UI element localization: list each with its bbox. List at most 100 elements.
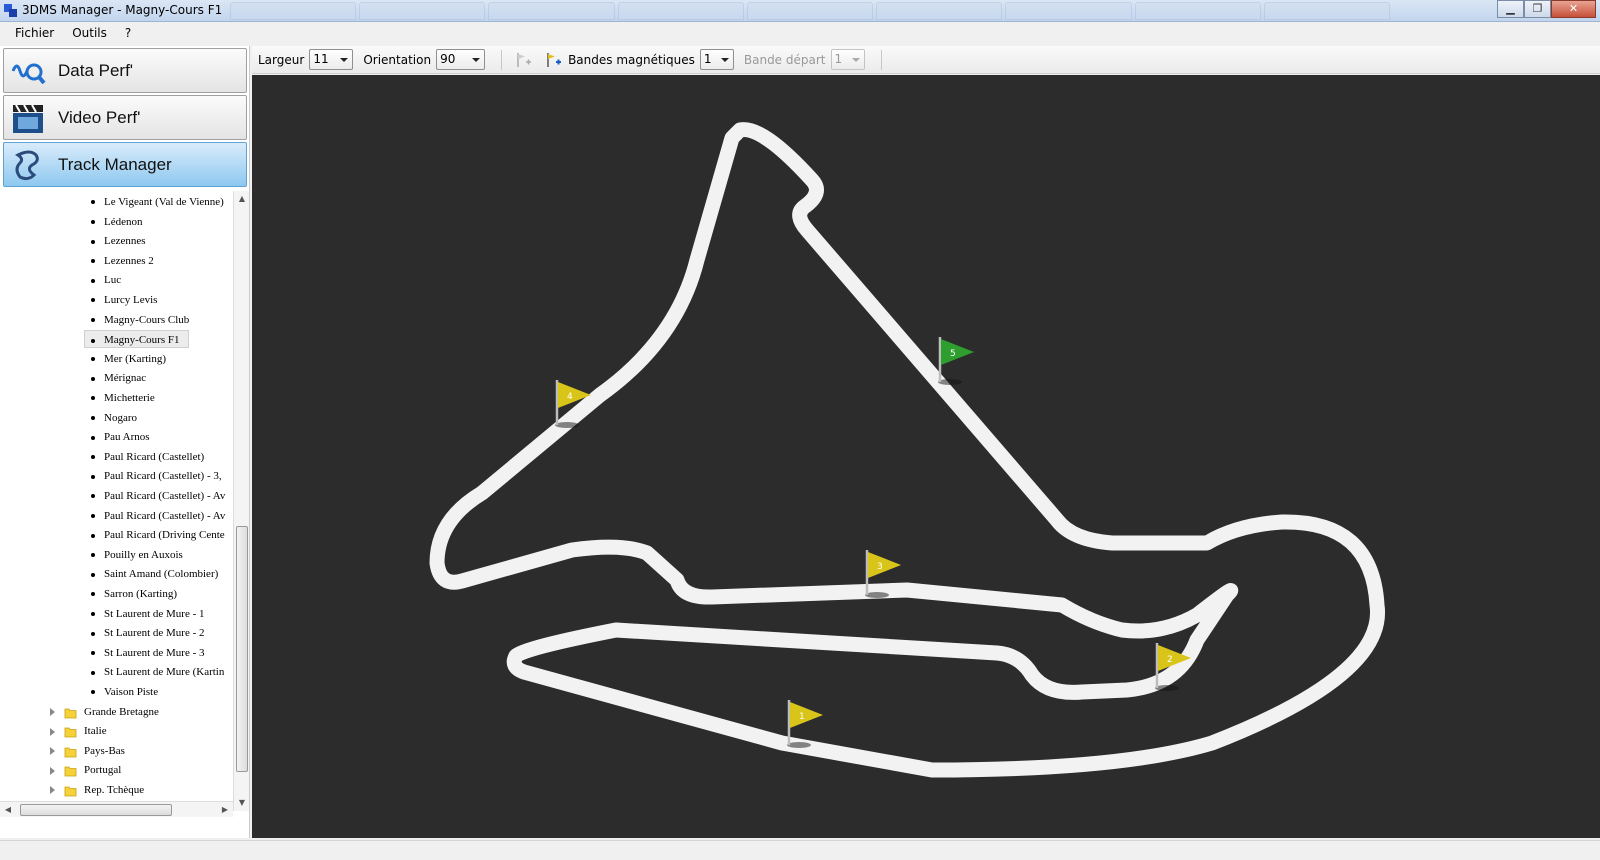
largeur-label: Largeur bbox=[258, 52, 305, 67]
expand-arrow-icon[interactable] bbox=[50, 766, 55, 775]
tree-item[interactable]: Sarron (Karting) bbox=[91, 585, 231, 603]
tree-folder[interactable]: Italie bbox=[50, 722, 107, 740]
tree-folder[interactable]: Grande Bretagne bbox=[50, 703, 159, 721]
chevron-down-icon bbox=[340, 58, 349, 62]
tree-item[interactable]: St Laurent de Mure - 2 bbox=[91, 624, 231, 642]
vertical-scroll-thumb[interactable] bbox=[236, 526, 248, 772]
expand-arrow-icon[interactable] bbox=[50, 747, 55, 756]
menu-help[interactable]: ? bbox=[116, 22, 140, 44]
scroll-down-icon[interactable]: ▼ bbox=[234, 795, 250, 811]
tree-item[interactable]: Vaison Piste bbox=[91, 683, 231, 701]
tree-item-label: Paul Ricard (Castellet) bbox=[104, 450, 205, 463]
bullet-icon bbox=[91, 259, 95, 264]
tree-item[interactable]: Nogaro bbox=[91, 409, 231, 427]
bullet-icon bbox=[91, 376, 95, 381]
scroll-left-icon[interactable]: ◀ bbox=[0, 802, 16, 818]
bullet-icon bbox=[91, 239, 95, 244]
tree-item[interactable]: Lezennes bbox=[91, 232, 231, 250]
tree-item-label: Pau Arnos bbox=[104, 431, 150, 444]
tree-folder[interactable]: Portugal bbox=[50, 761, 121, 779]
track-canvas[interactable]: 1 2 3 4 5 bbox=[252, 75, 1600, 838]
tree-item[interactable]: St Laurent de Mure (Kartin bbox=[91, 663, 231, 681]
tree-horizontal-scrollbar[interactable]: ◀ ▶ bbox=[0, 801, 233, 817]
tree-item-label: Paul Ricard (Castellet) - 3, bbox=[104, 470, 222, 483]
close-button[interactable]: ✕ bbox=[1551, 0, 1596, 18]
largeur-select[interactable]: 11 bbox=[309, 49, 354, 70]
tree-vertical-scrollbar[interactable]: ▲ ▼ bbox=[233, 191, 249, 811]
flag-number-label: 5 bbox=[950, 349, 956, 359]
tree-item[interactable]: Michetterie bbox=[91, 389, 231, 407]
tree-item[interactable]: Paul Ricard (Castellet) bbox=[91, 448, 231, 466]
orientation-label: Orientation bbox=[363, 52, 432, 67]
folder-icon bbox=[64, 786, 77, 797]
tree-item[interactable]: Paul Ricard (Castellet) - Av bbox=[91, 507, 231, 525]
bandes-magnetiques-select[interactable]: 1 bbox=[699, 49, 734, 70]
menu-fichier[interactable]: Fichier bbox=[6, 22, 63, 44]
bande-depart-select[interactable]: 1 bbox=[830, 49, 865, 70]
minimize-button[interactable]: ▁ bbox=[1497, 0, 1524, 18]
add-flag-disabled-icon[interactable] bbox=[514, 51, 532, 69]
chevron-down-icon bbox=[851, 58, 860, 62]
bullet-icon bbox=[91, 572, 95, 577]
add-flag-icon[interactable] bbox=[544, 51, 562, 69]
tree-folder[interactable]: Pays-Bas bbox=[50, 742, 125, 760]
tree-item[interactable]: Magny-Cours Club bbox=[91, 311, 231, 329]
tree-item-label: St Laurent de Mure - 2 bbox=[104, 627, 205, 640]
window-title: 3DMS Manager - Magny-Cours F1 bbox=[22, 3, 223, 17]
bullet-icon bbox=[91, 357, 95, 362]
bullet-icon bbox=[91, 474, 95, 479]
nav-video-perf-label: Video Perf' bbox=[58, 107, 141, 127]
tree-item[interactable]: Mérignac bbox=[91, 369, 231, 387]
chevron-down-icon bbox=[472, 58, 481, 62]
tree-item[interactable]: Lezennes 2 bbox=[91, 252, 231, 270]
tree-item-label: Pouilly en Auxois bbox=[104, 548, 183, 561]
tree-item-label: Le Vigeant (Val de Vienne) bbox=[104, 196, 224, 208]
tree-item[interactable]: Paul Ricard (Castellet) - 3, bbox=[91, 467, 231, 485]
maximize-button[interactable]: ❐ bbox=[1524, 0, 1551, 18]
status-bar bbox=[0, 840, 1600, 860]
scroll-up-icon[interactable]: ▲ bbox=[234, 191, 250, 207]
tree-item[interactable]: St Laurent de Mure - 1 bbox=[91, 605, 231, 623]
bullet-icon bbox=[91, 416, 95, 421]
clapperboard-icon bbox=[13, 104, 43, 133]
tree-item-label: Paul Ricard (Castellet) - Av bbox=[104, 490, 226, 502]
bandes-magnetiques-value: 1 bbox=[703, 52, 712, 66]
tree-item[interactable]: St Laurent de Mure - 3 bbox=[91, 644, 231, 662]
tree-item[interactable]: Lurcy Levis bbox=[91, 291, 231, 309]
tree-item[interactable]: Mer (Karting) bbox=[91, 350, 231, 368]
nav-data-perf[interactable]: Data Perf' bbox=[3, 48, 247, 93]
bandes-magnetiques-label: Bandes magnétiques bbox=[568, 52, 695, 67]
scroll-right-icon[interactable]: ▶ bbox=[217, 802, 233, 818]
tree-folder-label: Grande Bretagne bbox=[84, 705, 159, 718]
tree-item[interactable]: Le Vigeant (Val de Vienne) bbox=[91, 193, 231, 211]
expand-arrow-icon[interactable] bbox=[50, 727, 55, 736]
tree-item[interactable]: Saint Amand (Colombier) bbox=[91, 565, 231, 583]
tree-item-label: Paul Ricard (Driving Cente bbox=[104, 529, 225, 542]
tree-item[interactable]: Paul Ricard (Castellet) - Av bbox=[91, 487, 231, 505]
menu-outils[interactable]: Outils bbox=[63, 22, 116, 44]
bullet-icon bbox=[91, 455, 95, 460]
nav-track-manager-label: Track Manager bbox=[58, 154, 172, 174]
tree-item[interactable]: Pouilly en Auxois bbox=[91, 546, 231, 564]
bullet-icon bbox=[91, 278, 95, 283]
tree-item-label: Magny-Cours F1 bbox=[104, 334, 180, 347]
tree-item[interactable]: Pau Arnos bbox=[91, 428, 231, 446]
tree-item[interactable]: Paul Ricard (Driving Cente bbox=[91, 526, 231, 544]
tree-folder-label: Pays-Bas bbox=[84, 744, 125, 757]
tree-item[interactable]: Luc bbox=[91, 271, 231, 289]
track-map[interactable]: 1 2 3 4 5 bbox=[252, 75, 1600, 838]
circuit-track-path bbox=[429, 122, 1386, 778]
orientation-select[interactable]: 90 bbox=[436, 49, 486, 70]
folder-icon bbox=[64, 727, 77, 738]
tree-item-label: Lezennes 2 bbox=[104, 254, 154, 267]
flag-number-label: 1 bbox=[799, 712, 805, 722]
tree-item-selected[interactable]: Magny-Cours F1 bbox=[84, 330, 189, 349]
nav-video-perf[interactable]: Video Perf' bbox=[3, 95, 247, 140]
tree-folder[interactable]: Rep. Tchèque bbox=[50, 781, 144, 799]
horizontal-scroll-thumb[interactable] bbox=[20, 804, 172, 816]
tree-item[interactable]: Lédenon bbox=[91, 213, 231, 231]
expand-arrow-icon[interactable] bbox=[50, 708, 55, 717]
nav-track-manager[interactable]: Track Manager bbox=[3, 142, 247, 187]
bullet-icon bbox=[91, 494, 95, 499]
expand-arrow-icon[interactable] bbox=[50, 786, 55, 795]
